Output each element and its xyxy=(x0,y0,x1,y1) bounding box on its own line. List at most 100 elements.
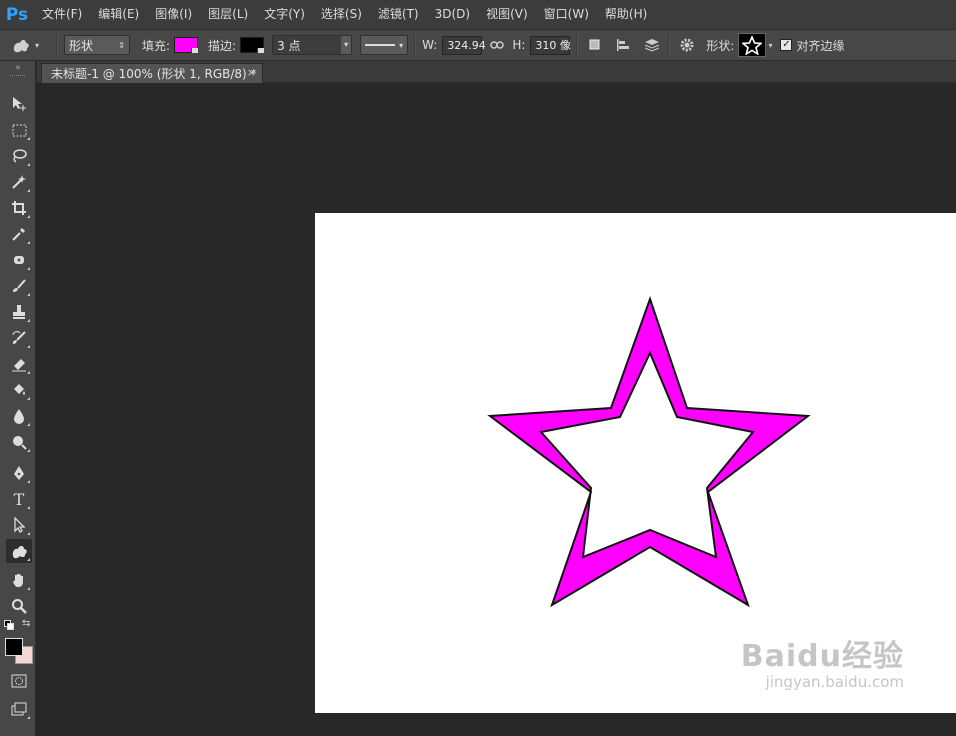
flyout-indicator xyxy=(27,587,30,590)
eyedropper-icon xyxy=(12,228,25,241)
menu-view[interactable]: 视图(V) xyxy=(478,0,536,29)
quick-mask-button[interactable] xyxy=(6,669,32,693)
lasso-icon xyxy=(13,149,27,163)
mode-select[interactable]: 形状 ⇕ xyxy=(64,35,130,55)
menu-3d[interactable]: 3D(D) xyxy=(427,0,478,29)
tool-preset-picker[interactable]: ▾ xyxy=(0,31,50,59)
menu-window[interactable]: 窗口(W) xyxy=(536,0,597,29)
path-operations-icon[interactable] xyxy=(584,34,606,56)
bandage-icon xyxy=(14,256,24,264)
clone-stamp-tool[interactable] xyxy=(6,300,32,324)
healing-brush-tool[interactable] xyxy=(6,248,32,272)
menu-layer[interactable]: 图层(L) xyxy=(200,0,256,29)
path-alignment-icon[interactable] xyxy=(612,34,634,56)
custom-shape-icon xyxy=(12,546,27,559)
flyout-indicator xyxy=(27,423,30,426)
eyedropper-tool[interactable] xyxy=(6,222,32,246)
flyout-indicator xyxy=(27,716,30,719)
chevron-down-icon: ▾ xyxy=(341,36,352,54)
hand-tool[interactable] xyxy=(6,568,32,592)
divider xyxy=(668,34,671,56)
path-arrangement-icon[interactable] xyxy=(640,34,662,56)
dodge-tool[interactable] xyxy=(6,430,32,454)
history-brush-tool[interactable] xyxy=(6,326,32,350)
width-input[interactable]: 324.94 xyxy=(442,35,486,55)
menu-type[interactable]: 文字(Y) xyxy=(256,0,313,29)
shape-picker[interactable] xyxy=(738,33,767,57)
divider xyxy=(576,34,579,56)
menu-bar: Ps 文件(F) 编辑(E) 图像(I) 图层(L) 文字(Y) 选择(S) 滤… xyxy=(0,0,956,29)
fill-color-swatch[interactable] xyxy=(174,37,199,53)
align-edges-checkbox[interactable]: ✓ 对齐边缘 xyxy=(780,37,844,54)
flyout-indicator xyxy=(27,532,30,535)
path-selection-tool[interactable] xyxy=(6,513,32,537)
document-canvas[interactable]: Baidu经验 jingyan.baidu.com xyxy=(315,213,956,713)
flyout-indicator xyxy=(27,397,30,400)
swap-colors-icon[interactable]: ⇆ xyxy=(22,618,30,629)
brush-tool[interactable] xyxy=(6,274,32,298)
magnifier-icon xyxy=(12,599,27,614)
panel-grip[interactable] xyxy=(10,75,25,84)
brush-icon xyxy=(13,279,26,292)
dropdown-indicator xyxy=(257,48,265,53)
dodge-icon xyxy=(13,436,27,450)
height-label: H: xyxy=(512,38,526,52)
magic-wand-tool[interactable] xyxy=(6,170,32,194)
menu-edit[interactable]: 编辑(E) xyxy=(90,0,147,29)
default-colors-icon[interactable] xyxy=(4,619,14,630)
star-icon xyxy=(742,35,763,55)
menu-filter[interactable]: 滤镜(T) xyxy=(370,0,427,29)
document-tab[interactable]: 未标题-1 @ 100% (形状 1, RGB/8) * × xyxy=(41,63,263,83)
chevron-down-icon[interactable]: ▾ xyxy=(768,41,772,50)
menu-help[interactable]: 帮助(H) xyxy=(597,0,655,29)
flyout-indicator xyxy=(27,163,30,166)
photoshop-logo: Ps xyxy=(5,4,29,25)
menu-image[interactable]: 图像(I) xyxy=(147,0,200,29)
fill-label: 填充: xyxy=(142,38,171,53)
close-icon[interactable]: × xyxy=(247,66,256,79)
zoom-tool[interactable] xyxy=(6,594,32,618)
custom-shape-icon xyxy=(13,40,29,53)
marquee-tool[interactable] xyxy=(6,118,32,142)
chevron-down-icon: ▾ xyxy=(399,40,404,50)
blur-tool[interactable] xyxy=(6,404,32,428)
pen-icon xyxy=(14,466,24,480)
options-bar: ▾ 形状 ⇕ 填充: 描边: 3 点 ▾ ▾ W: 324.94 H: 310 … xyxy=(0,29,956,61)
flyout-indicator xyxy=(27,506,30,509)
divider xyxy=(56,34,58,56)
screen-mode-button[interactable] xyxy=(6,697,32,721)
collapse-panel-icon[interactable]: » xyxy=(0,61,35,75)
stroke-line-preview xyxy=(365,44,396,46)
crop-tool[interactable] xyxy=(6,196,32,220)
stroke-width-select[interactable]: 3 点 ▾ xyxy=(272,35,353,55)
flyout-indicator xyxy=(27,449,30,452)
menu-select[interactable]: 选择(S) xyxy=(313,0,370,29)
stroke-type-select[interactable]: ▾ xyxy=(360,35,409,55)
height-input[interactable]: 310 像 xyxy=(530,35,571,55)
history-brush-icon xyxy=(12,331,26,344)
flyout-indicator xyxy=(27,558,30,561)
water-drop-icon xyxy=(14,409,24,424)
stamp-icon xyxy=(13,305,25,319)
eraser-tool[interactable] xyxy=(6,352,32,376)
watermark-url: jingyan.baidu.com xyxy=(765,673,904,691)
flyout-indicator xyxy=(27,137,30,140)
link-icon[interactable] xyxy=(486,34,508,56)
lasso-tool[interactable] xyxy=(6,144,32,168)
watermark-main: Baidu经验 xyxy=(740,639,904,674)
document-tab-strip: 未标题-1 @ 100% (形状 1, RGB/8) * × xyxy=(37,61,956,83)
move-tool[interactable] xyxy=(6,92,32,116)
gear-icon[interactable] xyxy=(676,34,698,56)
checkbox-checked-icon[interactable]: ✓ xyxy=(780,39,793,51)
paint-bucket-tool[interactable] xyxy=(6,378,32,402)
stroke-color-swatch[interactable] xyxy=(240,37,265,53)
pen-tool[interactable] xyxy=(6,461,32,485)
align-edges-label: 对齐边缘 xyxy=(796,38,845,53)
type-tool[interactable]: T xyxy=(6,487,32,511)
menu-file[interactable]: 文件(F) xyxy=(34,0,90,29)
custom-shape-tool[interactable] xyxy=(6,539,32,563)
foreground-color-swatch[interactable] xyxy=(5,638,23,656)
flyout-indicator xyxy=(27,293,30,296)
baidu-watermark: Baidu经验 jingyan.baidu.com xyxy=(741,631,904,691)
rect-marquee-icon xyxy=(12,124,26,136)
